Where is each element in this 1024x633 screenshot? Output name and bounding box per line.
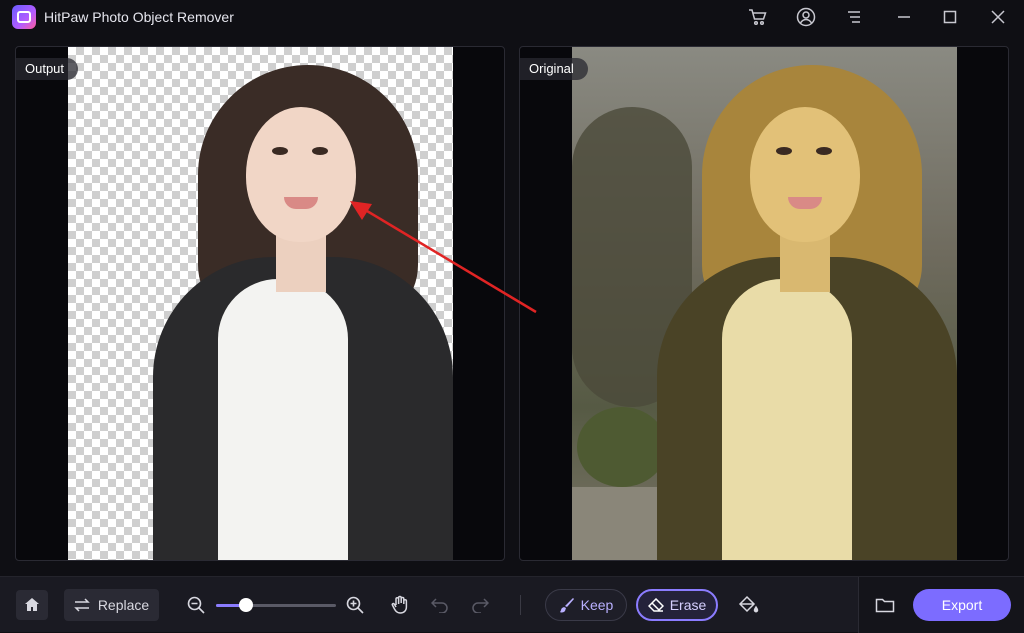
zoom-in-icon[interactable] bbox=[345, 595, 365, 615]
output-panel: Output bbox=[15, 46, 505, 561]
close-icon[interactable] bbox=[987, 6, 1009, 28]
erase-button[interactable]: Erase bbox=[636, 589, 718, 621]
bottom-toolbar: Replace Keep Erase Export bbox=[0, 576, 1024, 633]
erase-label: Erase bbox=[669, 597, 707, 613]
minimize-icon[interactable] bbox=[893, 6, 915, 28]
keep-label: Keep bbox=[580, 597, 614, 613]
maximize-icon[interactable] bbox=[939, 6, 961, 28]
replace-label: Replace bbox=[97, 597, 150, 613]
zoom-slider-handle[interactable] bbox=[239, 598, 253, 612]
replace-button[interactable]: Replace bbox=[64, 589, 159, 621]
original-image[interactable] bbox=[572, 47, 957, 560]
account-icon[interactable] bbox=[795, 6, 817, 28]
export-section: Export bbox=[858, 577, 1024, 633]
zoom-slider[interactable] bbox=[216, 598, 336, 612]
undo-icon[interactable] bbox=[429, 594, 451, 616]
zoom-out-icon[interactable] bbox=[186, 595, 206, 615]
original-label: Original bbox=[520, 58, 588, 80]
original-panel: Original bbox=[519, 46, 1009, 561]
eraser-icon bbox=[647, 598, 664, 612]
paint-bucket-icon[interactable] bbox=[737, 594, 759, 616]
hand-pan-icon[interactable] bbox=[389, 594, 411, 616]
output-image[interactable] bbox=[68, 47, 453, 560]
redo-icon[interactable] bbox=[469, 594, 491, 616]
open-folder-icon[interactable] bbox=[873, 593, 897, 617]
menu-icon[interactable] bbox=[843, 6, 865, 28]
app-logo-icon bbox=[12, 5, 36, 29]
keep-button[interactable]: Keep bbox=[545, 589, 627, 621]
title-bar: HitPaw Photo Object Remover bbox=[0, 0, 1024, 34]
toolbar-divider bbox=[520, 595, 521, 615]
cart-icon[interactable] bbox=[747, 6, 769, 28]
brush-icon bbox=[559, 598, 574, 613]
export-button[interactable]: Export bbox=[913, 589, 1011, 621]
home-icon bbox=[25, 598, 39, 611]
home-button[interactable] bbox=[16, 590, 48, 620]
swap-icon bbox=[74, 598, 90, 612]
app-title: HitPaw Photo Object Remover bbox=[44, 9, 234, 25]
output-label: Output bbox=[16, 58, 79, 80]
